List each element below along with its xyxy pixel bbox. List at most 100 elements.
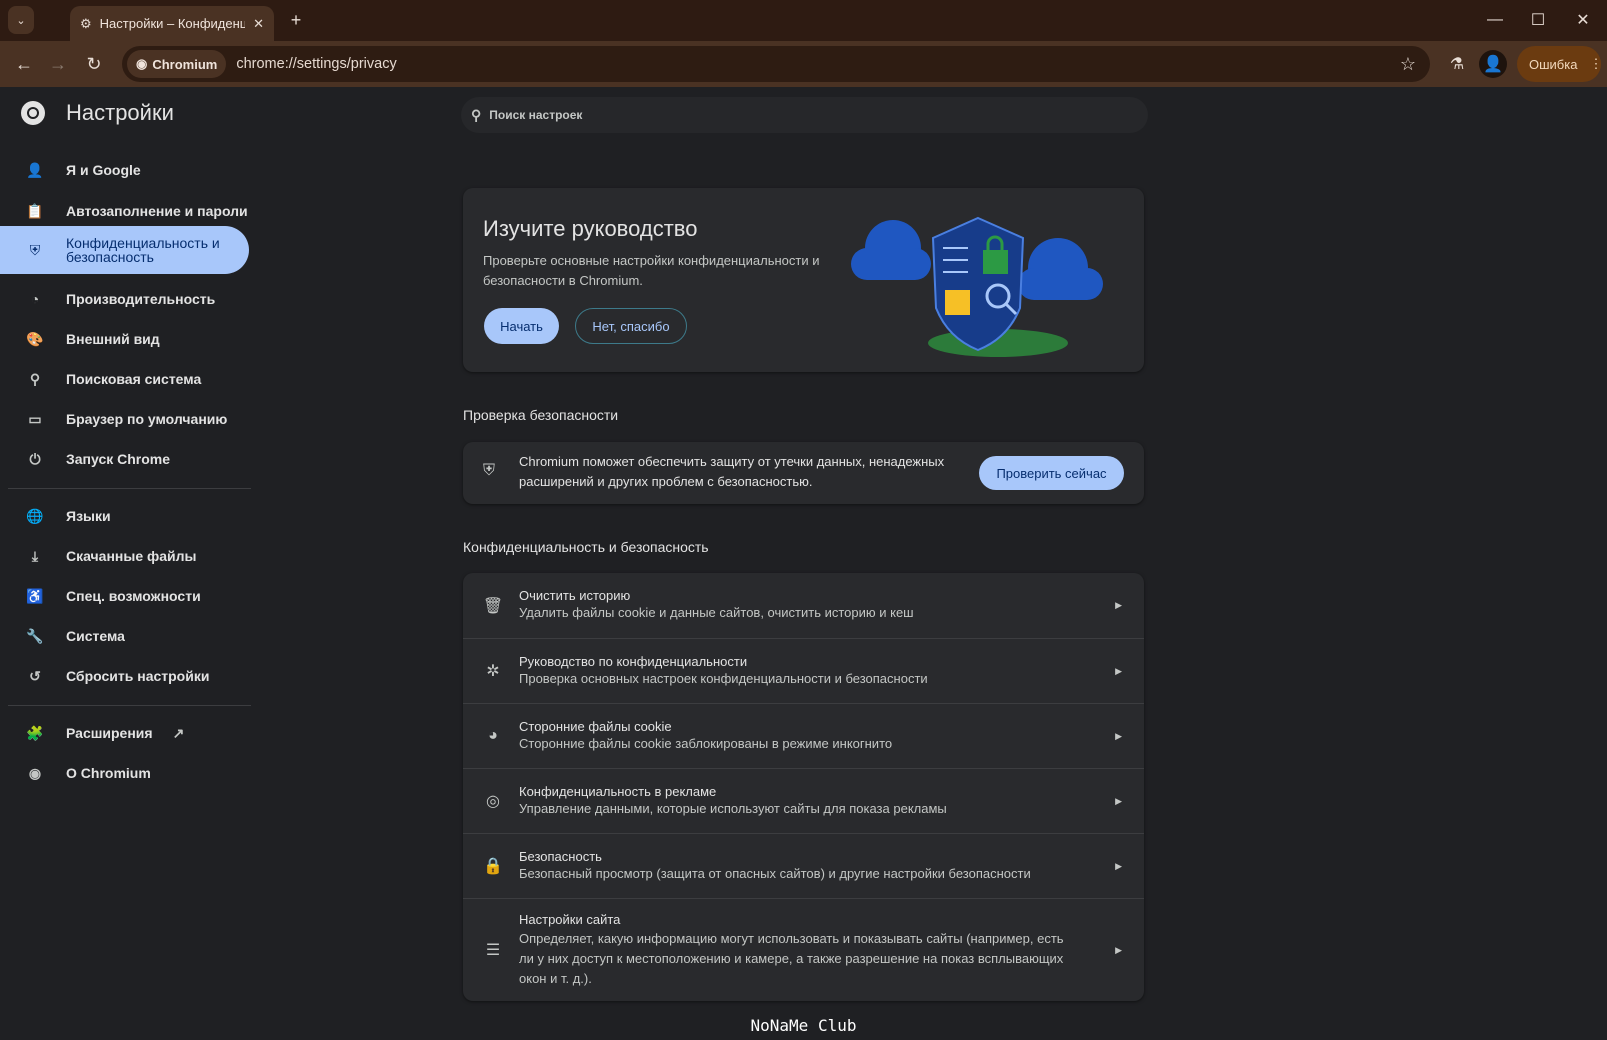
sidebar-item-label: Производительность — [66, 291, 215, 307]
person-icon: 👤 — [24, 162, 46, 179]
watermark: NoNaMe Club — [0, 1016, 1607, 1035]
globe-icon: 🌐 — [24, 508, 46, 525]
chromium-logo-icon — [20, 100, 46, 126]
row-title: Руководство по конфиденциальности — [519, 654, 1115, 669]
close-tab-icon[interactable]: ✕ — [253, 16, 264, 32]
error-menu-button[interactable]: Ошибка⋮ — [1517, 46, 1601, 82]
sidebar-item[interactable]: 🎨Внешний вид — [0, 319, 249, 359]
privacy-row[interactable]: 🗑Очистить историюУдалить файлы cookie и … — [463, 573, 1144, 638]
tab-title: Настройки – Конфиденциальность — [100, 16, 245, 31]
no-thanks-button[interactable]: Нет, спасибо — [575, 308, 687, 344]
search-placeholder: Поиск настроек — [489, 108, 582, 122]
privacy-guide-promo: Изучите руководство Проверьте основные н… — [463, 188, 1144, 372]
sidebar-item-label: Сбросить настройки — [66, 668, 209, 684]
sidebar-item[interactable]: ↺Сбросить настройки — [0, 656, 249, 696]
chromium-icon: ◉ — [136, 56, 147, 72]
row-subtitle: Сторонние файлы cookie заблокированы в р… — [519, 734, 1079, 754]
row-subtitle: Управление данными, которые используют с… — [519, 799, 1079, 819]
clipboard-icon: 📋 — [24, 203, 46, 220]
accessibility-icon: ♿ — [24, 588, 46, 605]
sidebar-item-label: Запуск Chrome — [66, 451, 170, 467]
privacy-guide-illustration — [848, 208, 1108, 358]
row-title: Безопасность — [519, 849, 1115, 864]
promo-title: Изучите руководство — [483, 216, 697, 242]
puzzle-icon: 🧩 — [24, 725, 46, 742]
minimize-button[interactable]: — — [1480, 6, 1510, 34]
search-settings-input[interactable]: ⚲ Поиск настроек — [461, 97, 1148, 133]
sidebar-item-label: Спец. возможности — [66, 588, 201, 604]
sidebar-item-label: Скачанные файлы — [66, 548, 197, 564]
privacy-row[interactable]: ☰Настройки сайтаОпределяет, какую информ… — [463, 898, 1144, 1001]
safety-check-card: ⛨ Chromium поможет обеспечить защиту от … — [463, 442, 1144, 504]
palette-icon: 🎨 — [24, 331, 46, 348]
sidebar-item-label: Я и Google — [66, 162, 141, 178]
new-tab-button[interactable]: + — [284, 8, 308, 32]
privacy-row[interactable]: ✲Руководство по конфиденциальностиПровер… — [463, 638, 1144, 703]
sidebar-item[interactable]: ◔ Производительность — [0, 279, 249, 319]
chip-label: Chromium — [152, 57, 217, 72]
profile-avatar[interactable]: 👤 — [1479, 50, 1507, 78]
privacy-row[interactable]: 🔒 БезопасностьБезопасный просмотр (защита… — [463, 833, 1144, 898]
sidebar-item[interactable]: ◉О Chromium — [0, 753, 249, 793]
sidebar-item[interactable]: ⛨Конфиденциальность и безопасность — [0, 226, 249, 274]
sidebar-item[interactable]: 📋 Автозаполнение и пароли — [0, 191, 249, 231]
lock-icon: 🔒 — [481, 856, 505, 876]
compass-icon: ✲ — [481, 661, 505, 681]
start-button[interactable]: Начать — [484, 308, 559, 344]
gear-icon: ⚙ — [80, 16, 92, 32]
address-bar[interactable]: ◉ Chromium chrome://settings/privacy ☆ — [122, 46, 1430, 82]
sidebar-divider — [8, 705, 251, 706]
sidebar-item[interactable]: ♿ Спец. возможности — [0, 576, 249, 616]
tab-settings[interactable]: ⚙ Настройки – Конфиденциальность ✕ — [70, 6, 274, 41]
wrench-icon: 🔧 — [24, 628, 46, 645]
check-now-button[interactable]: Проверить сейчас — [979, 456, 1124, 490]
cookie-icon: ◕ — [481, 727, 505, 745]
back-button[interactable]: ← — [10, 50, 38, 78]
row-subtitle: Безопасный просмотр (защита от опасных с… — [519, 864, 1079, 884]
sidebar-item-label: Конфиденциальность и безопасность — [66, 236, 226, 264]
ads-icon: ◎ — [481, 791, 505, 811]
url-text[interactable]: chrome://settings/privacy — [236, 56, 396, 72]
open-external-icon: ↗ — [173, 725, 185, 742]
privacy-row[interactable]: ◎ Конфиденциальность в рекламеУправление … — [463, 768, 1144, 833]
sidebar-item[interactable]: ▭Браузер по умолчанию — [0, 399, 249, 439]
speedometer-icon: ◔ — [24, 291, 46, 307]
bookmark-star-icon[interactable]: ☆ — [1400, 54, 1416, 75]
privacy-row[interactable]: ◕Сторонние файлы cookieСторонние файлы c… — [463, 703, 1144, 768]
sidebar-item-label: Расширения — [66, 725, 153, 741]
sidebar-item[interactable]: 🧩 Расширения ↗ — [0, 713, 249, 753]
close-window-button[interactable]: ✕ — [1568, 6, 1598, 34]
settings-title: Настройки — [66, 100, 174, 126]
forward-button[interactable]: → — [44, 50, 72, 78]
sidebar-item-label: Система — [66, 628, 125, 644]
sidebar-item-label: Автозаполнение и пароли — [66, 203, 248, 219]
sidebar-item[interactable]: 🌐Языки — [0, 496, 249, 536]
site-info-chip[interactable]: ◉ Chromium — [127, 50, 226, 78]
error-label: Ошибка — [1529, 57, 1577, 72]
chevron-right-icon: ▶ — [1115, 600, 1122, 611]
safety-check-heading: Проверка безопасности — [463, 407, 618, 423]
sidebar-item[interactable]: 🔧 Система — [0, 616, 249, 656]
sidebar-item-label: О Chromium — [66, 765, 151, 781]
sidebar-divider — [8, 488, 251, 489]
tab-search-button[interactable]: ⌄ — [8, 6, 34, 34]
sidebar-item[interactable]: 👤 Я и Google — [0, 150, 249, 190]
sidebar-item[interactable]: ⤓ Скачанные файлы — [0, 536, 249, 576]
privacy-settings-list: 🗑Очистить историюУдалить файлы cookie и … — [463, 573, 1144, 1001]
maximize-button[interactable]: ☐ — [1523, 6, 1553, 34]
chevron-right-icon: ▶ — [1115, 861, 1122, 872]
row-title: Настройки сайта — [519, 912, 1115, 927]
sidebar-item[interactable]: ⏻Запуск Chrome — [0, 439, 249, 479]
row-title: Конфиденциальность в рекламе — [519, 784, 1115, 799]
sidebar-item[interactable]: ⚲Поисковая система — [0, 359, 249, 399]
trash-icon: 🗑 — [481, 596, 505, 616]
row-subtitle: Удалить файлы cookie и данные сайтов, оч… — [519, 603, 1079, 623]
download-icon: ⤓ — [24, 548, 46, 565]
chevron-right-icon: ▶ — [1115, 731, 1122, 742]
reload-button[interactable]: ↻ — [80, 50, 108, 78]
row-subtitle: Определяет, какую информацию могут испол… — [519, 929, 1079, 989]
labs-flask-icon[interactable]: ⚗ — [1443, 50, 1471, 78]
privacy-heading: Конфиденциальность и безопасность — [463, 539, 709, 555]
sidebar-item-label: Поисковая система — [66, 371, 201, 387]
chevron-right-icon: ▶ — [1115, 945, 1122, 956]
